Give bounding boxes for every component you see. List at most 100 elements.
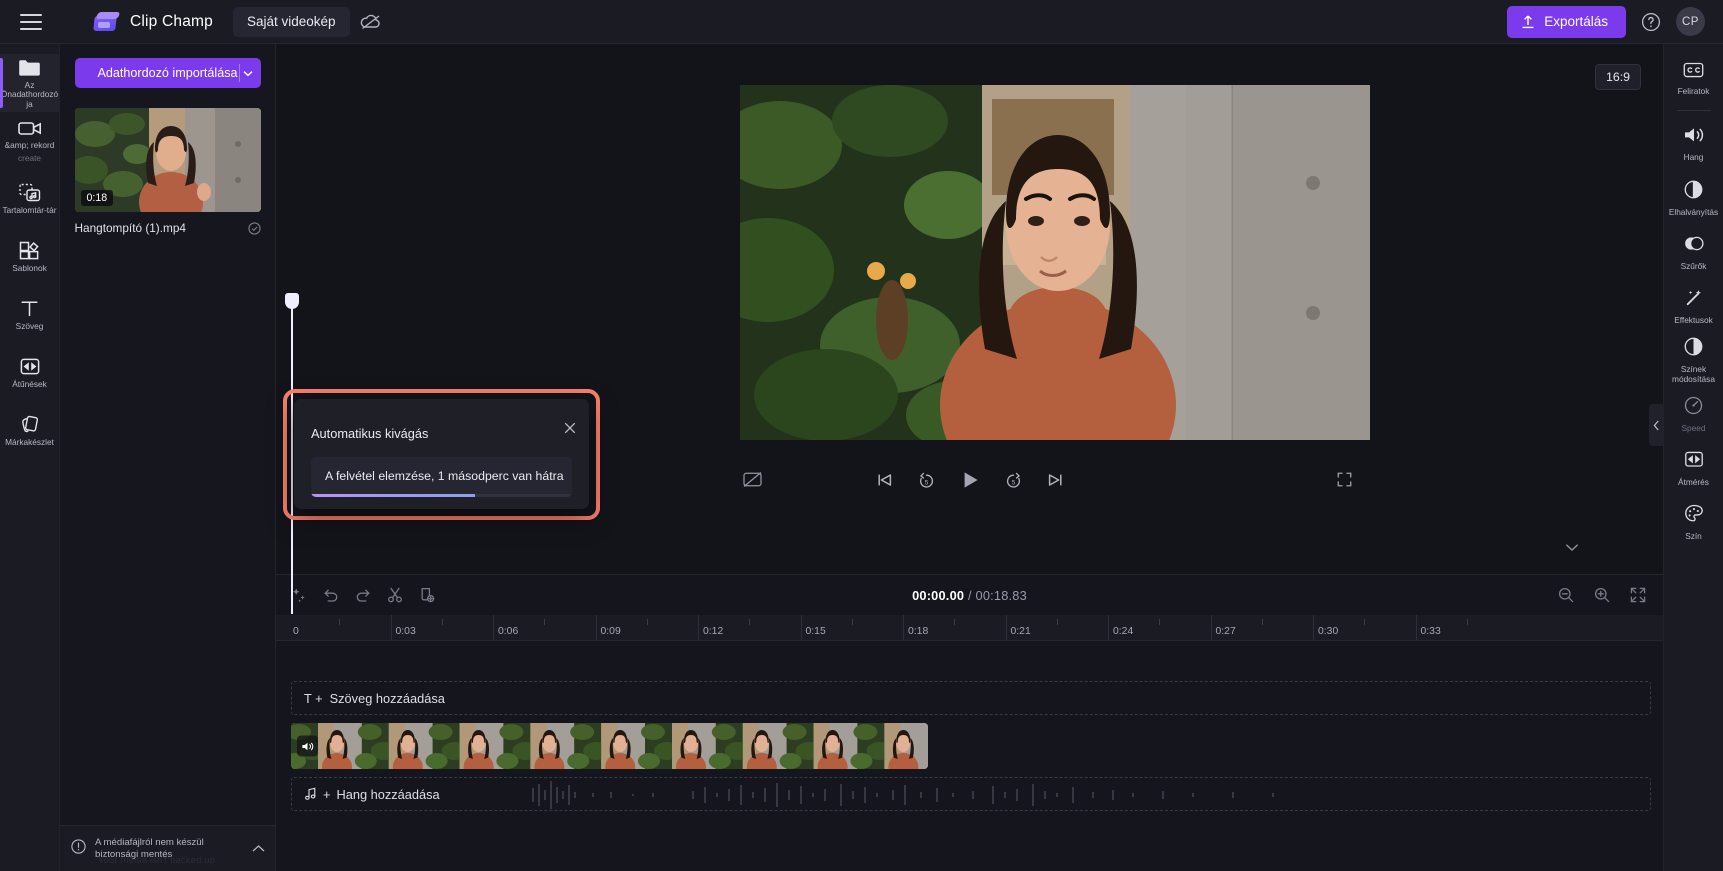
import-media-label: Adathordozó importálása — [97, 66, 238, 80]
text-track-placeholder[interactable]: T + Szöveg hozzáadása — [291, 681, 1651, 715]
ruler-tick-label: 0:12 — [703, 626, 724, 637]
video-camera-icon — [17, 119, 43, 138]
ruler-tick-label: 0:06 — [498, 626, 519, 637]
right-item-effects[interactable]: Effektusok — [1664, 279, 1723, 333]
sidebar-item-templates[interactable]: Sablonok — [0, 228, 59, 286]
video-clip[interactable] — [291, 723, 928, 769]
export-button[interactable]: Exportálás — [1507, 5, 1626, 38]
sidebar-item-brand-kit[interactable]: Márkakészlet — [0, 402, 59, 460]
fullscreen-icon[interactable] — [1336, 471, 1353, 493]
timeline-ruler[interactable]: 0 0:03 0:06 0:09 0:12 0:15 0:18 0:21 0:24 0:27 0:3… — [276, 615, 1663, 641]
ruler-minor-tick — [441, 619, 443, 625]
cloud-off-icon[interactable] — [360, 13, 382, 31]
media-file-name: Hangtompító (1).mp4 — [74, 221, 186, 235]
right-label-audio: Hang — [1683, 152, 1704, 163]
audio-track-placeholder[interactable]: + Hang hozzáadása — [291, 777, 1651, 811]
ruler-minor-tick — [339, 619, 341, 625]
right-item-audio[interactable]: Hang — [1664, 117, 1723, 171]
sidebar-label-templates: Sablonok — [12, 263, 47, 274]
import-media-button[interactable]: Adathordozó importálása — [74, 58, 261, 88]
brand-name: Clip Champ — [130, 12, 213, 30]
scissors-icon[interactable] — [386, 586, 404, 604]
svg-text:5: 5 — [1011, 479, 1015, 486]
chevron-up-icon[interactable] — [252, 840, 265, 858]
ruler-gridline — [1415, 615, 1417, 640]
forward-5-icon[interactable]: 5 — [1004, 471, 1023, 490]
closed-caption-off-icon[interactable] — [742, 471, 763, 493]
clip-speaker-icon[interactable] — [297, 735, 318, 757]
ruler-tick-label: 0:09 — [600, 626, 621, 637]
right-item-captions[interactable]: Feliratok — [1664, 52, 1723, 106]
rewind-5-icon[interactable]: 5 — [917, 471, 936, 490]
right-label-captions: Feliratok — [1677, 86, 1710, 97]
hamburger-icon[interactable] — [20, 13, 42, 30]
panel-collapse-button[interactable] — [1649, 404, 1663, 446]
ruler-tick-label: 0:15 — [805, 626, 826, 637]
sidebar-label-text: Szöveg — [15, 321, 44, 332]
transport-controls: 5 5 — [876, 469, 1064, 491]
sidebar-item-content-library[interactable]: Tartalomtár-tár — [0, 170, 59, 228]
auto-crop-dialog: Automatikus kivágás A felvétel elemzése,… — [294, 399, 589, 509]
ruler-gridline — [800, 615, 802, 640]
media-item[interactable]: 0:18 Hangtompító (1).mp4 — [74, 108, 261, 235]
ruler-minor-tick — [646, 619, 648, 625]
sidebar-item-record-create[interactable]: &amp; rekord create — [0, 112, 59, 170]
chevron-down-icon[interactable] — [1561, 539, 1583, 555]
magic-wand-icon — [1683, 287, 1705, 313]
text-track-prefix: T + — [304, 690, 323, 706]
audio-track-label: Hang hozzáadása — [336, 786, 440, 802]
ruler-minor-tick — [1159, 619, 1161, 625]
play-icon[interactable] — [959, 469, 981, 491]
topbar-actions: Exportálás CP — [1507, 5, 1723, 38]
sidebar-item-text[interactable]: Szöveg — [0, 286, 59, 344]
color-adjust-icon — [1683, 336, 1704, 362]
fade-icon — [1683, 179, 1704, 205]
check-circle-icon[interactable] — [247, 221, 261, 235]
zoom-in-icon[interactable] — [1593, 586, 1611, 604]
aspect-ratio-button[interactable]: 16:9 — [1595, 64, 1641, 90]
right-item-fade[interactable]: Elhalványítás — [1664, 171, 1723, 225]
playhead-handle[interactable] — [285, 293, 299, 309]
folder-icon — [17, 57, 42, 78]
chevron-down-icon[interactable] — [243, 66, 253, 80]
current-time: 00:00.00 — [912, 587, 965, 603]
timecode-display: 00:00.00 / 00:18.83 — [912, 588, 1027, 603]
timeline-tracks: T + Szöveg hozzáadása + Hang hozzáadása — [276, 641, 1663, 871]
skip-to-start-icon[interactable] — [876, 471, 894, 489]
upload-icon — [1522, 15, 1534, 29]
right-item-resize[interactable]: Átmérés — [1664, 441, 1723, 495]
sidebar-label-record: &amp; rekord — [4, 140, 55, 151]
right-item-speed[interactable]: Speed — [1664, 387, 1723, 441]
svg-text:5: 5 — [924, 479, 928, 486]
sidebar-item-transitions[interactable]: Átűnések — [0, 344, 59, 402]
right-item-filters[interactable]: Szűrők — [1664, 225, 1723, 279]
timeline-tool-group — [290, 586, 436, 604]
sidebar-label-content-library: Tartalomtár-tár — [2, 205, 57, 216]
close-icon[interactable] — [563, 421, 577, 440]
sidebar-item-your-media[interactable]: Az Önadathordozója — [0, 54, 59, 112]
brand-logo-group[interactable]: Clip Champ — [93, 11, 213, 33]
project-name-chip[interactable]: Saját videokép — [232, 6, 350, 37]
skip-to-end-icon[interactable] — [1046, 471, 1064, 489]
video-preview[interactable] — [740, 85, 1370, 440]
media-panel: Adathordozó importálása 0:18 Hangtompító… — [60, 44, 276, 871]
ruler-minor-tick — [1261, 619, 1263, 625]
redo-icon[interactable] — [354, 586, 372, 604]
ruler-minor-tick — [544, 619, 546, 625]
ruler-gridline — [1210, 615, 1212, 640]
transitions-icon — [19, 356, 41, 377]
undo-icon[interactable] — [322, 586, 340, 604]
sidebar-label-brand-kit: Márkakészlet — [5, 437, 54, 448]
right-item-adjust-colors[interactable]: Színek módosítása — [1664, 333, 1723, 387]
resize-icon — [1683, 449, 1705, 475]
right-label-filters: Szűrők — [1680, 260, 1707, 271]
audio-track-prefix: + — [323, 786, 331, 802]
avatar[interactable]: CP — [1676, 7, 1705, 36]
help-circle-icon[interactable] — [1640, 11, 1662, 33]
right-item-color[interactable]: Szín — [1664, 495, 1723, 549]
duplicate-icon[interactable] — [418, 586, 436, 604]
media-thumbnail[interactable]: 0:18 — [74, 108, 261, 212]
right-label-color: Szín — [1685, 530, 1702, 541]
fit-to-screen-icon[interactable] — [1629, 586, 1647, 604]
zoom-out-icon[interactable] — [1557, 586, 1575, 604]
